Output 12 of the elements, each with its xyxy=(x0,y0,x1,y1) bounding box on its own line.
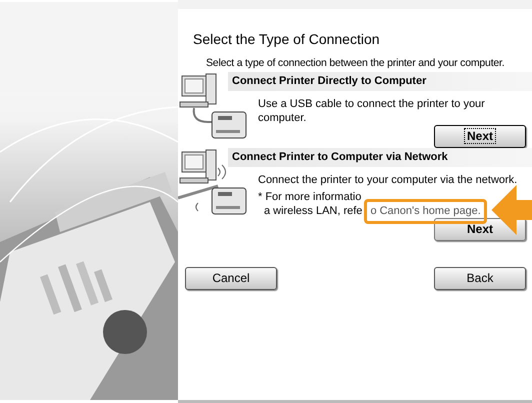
note-text: a wireless LAN, refe xyxy=(264,204,362,218)
back-button[interactable]: Back xyxy=(434,266,526,290)
home-page-link[interactable]: o Canon's home page. xyxy=(370,204,481,217)
page-subtitle: Select a type of connection between the printer and your computer. xyxy=(206,56,506,71)
section-header: Connect Printer Directly to Computer xyxy=(228,72,532,91)
cancel-button[interactable]: Cancel xyxy=(185,266,277,290)
option-description: Use a USB cable to connect the printer to your computer. xyxy=(258,96,486,125)
note-text: * For more informatio xyxy=(258,190,360,204)
next-button[interactable]: Next xyxy=(434,124,526,148)
section-header: Connect Printer to Computer via Network xyxy=(228,148,532,167)
option-description: Connect the printer to your computer via the network. xyxy=(258,172,518,187)
page-title: Select the Type of Connection xyxy=(193,30,381,49)
